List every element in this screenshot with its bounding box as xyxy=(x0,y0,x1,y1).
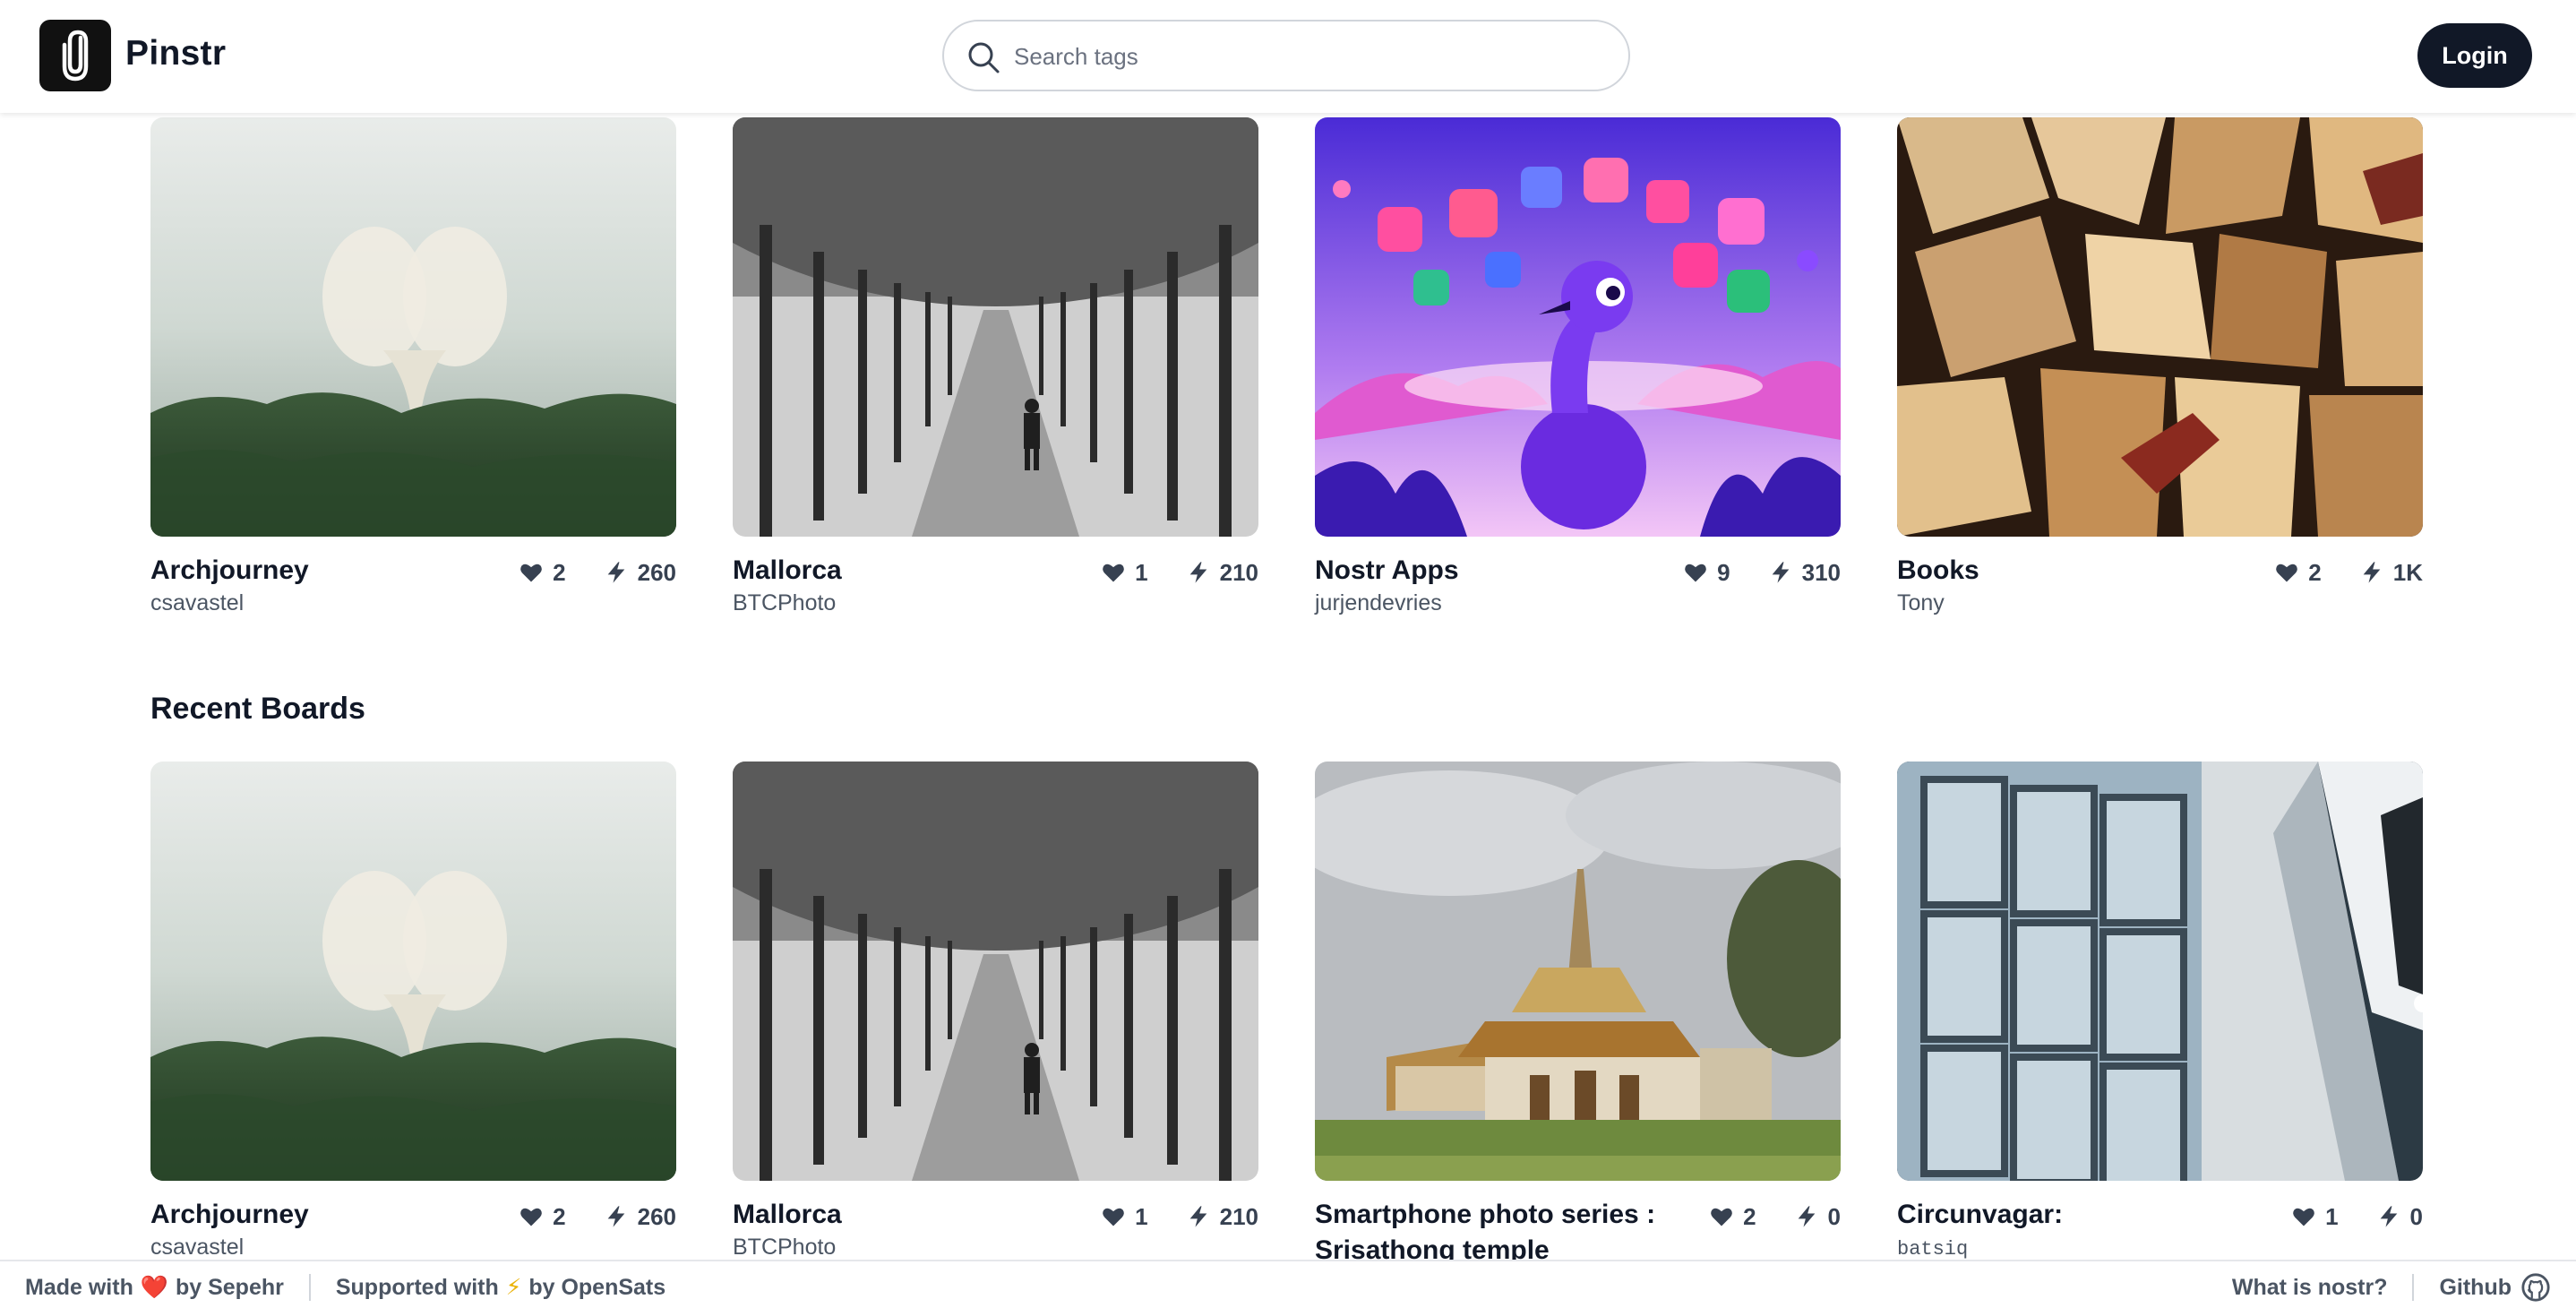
heart-icon[interactable] xyxy=(1683,560,1708,585)
lightning-icon[interactable] xyxy=(1186,560,1211,585)
lightning-icon[interactable] xyxy=(604,1204,629,1229)
footer-divider xyxy=(2412,1274,2415,1301)
zap-count: 1K xyxy=(2392,558,2423,586)
board-stats: 9 310 xyxy=(1683,558,1841,587)
like-count: 9 xyxy=(1717,558,1730,586)
board-stats: 1 210 xyxy=(1101,1202,1258,1231)
like-count: 1 xyxy=(2325,1202,2339,1230)
zap-count: 260 xyxy=(637,1202,676,1230)
pinstr-logo[interactable] xyxy=(39,20,111,91)
board-author[interactable]: Tony xyxy=(1897,590,1945,616)
board-stats: 2 260 xyxy=(519,1202,676,1231)
zap-count: 0 xyxy=(1827,1202,1841,1230)
board-thumbnail[interactable] xyxy=(1315,117,1841,537)
heart-icon[interactable] xyxy=(1101,560,1126,585)
heart-icon[interactable] xyxy=(519,560,544,585)
like-count: 2 xyxy=(2308,558,2322,586)
like-count: 1 xyxy=(1135,558,1148,586)
recent-boards-heading: Recent Boards xyxy=(150,692,365,726)
board-stats: 2 1K xyxy=(2274,558,2423,587)
lightning-icon[interactable] xyxy=(2359,560,2384,585)
zap-count: 210 xyxy=(1219,1202,1258,1230)
board-author[interactable]: jurjendevries xyxy=(1315,590,1442,616)
lightning-icon[interactable] xyxy=(1768,560,1793,585)
made-prefix: Made with xyxy=(25,1274,133,1300)
like-count: 2 xyxy=(1743,1202,1756,1230)
like-count: 2 xyxy=(553,558,566,586)
board-title[interactable]: Books xyxy=(1897,553,2255,589)
lightning-emoji-icon: ⚡ xyxy=(505,1275,522,1300)
app-name[interactable]: Pinstr xyxy=(125,34,226,73)
board-thumbnail[interactable] xyxy=(1315,762,1841,1181)
lightning-icon[interactable] xyxy=(2376,1204,2401,1229)
lightning-icon[interactable] xyxy=(1794,1204,1819,1229)
board-author[interactable]: batsiq xyxy=(1897,1238,1968,1261)
board-stats: 1 0 xyxy=(2291,1202,2423,1231)
board-title[interactable]: Mallorca xyxy=(733,1197,1091,1233)
board-stats: 2 0 xyxy=(1709,1202,1841,1231)
heart-icon[interactable] xyxy=(1101,1204,1126,1229)
heart-icon[interactable] xyxy=(519,1204,544,1229)
board-title[interactable]: Smartphone photo series : Srisathong tem… xyxy=(1315,1197,1673,1269)
github-icon xyxy=(2521,1273,2550,1302)
zap-count: 0 xyxy=(2409,1202,2423,1230)
board-title[interactable]: Archjourney xyxy=(150,1197,509,1233)
supported-by-link[interactable]: Supported with ⚡ by OpenSats xyxy=(336,1274,665,1301)
board-author[interactable]: csavastel xyxy=(150,1235,244,1261)
board-title[interactable]: Circunvagar: xyxy=(1897,1197,2255,1233)
zap-count: 310 xyxy=(1801,558,1841,586)
made-suffix: by Sepehr xyxy=(175,1274,284,1300)
zap-count: 260 xyxy=(637,558,676,586)
board-author[interactable]: BTCPhoto xyxy=(733,590,836,616)
github-link[interactable]: Github xyxy=(2439,1272,2551,1303)
board-stats: 2 260 xyxy=(519,558,676,587)
board-thumbnail[interactable] xyxy=(150,117,676,537)
board-thumbnail[interactable] xyxy=(733,762,1258,1181)
github-label: Github xyxy=(2439,1274,2512,1300)
login-button[interactable]: Login xyxy=(2417,23,2532,88)
search-icon xyxy=(968,42,1000,73)
search-input[interactable] xyxy=(1014,34,1605,79)
like-count: 2 xyxy=(553,1202,566,1230)
top-header: Pinstr Login xyxy=(0,0,2576,113)
zap-count: 210 xyxy=(1219,558,1258,586)
heart-icon[interactable] xyxy=(1709,1204,1734,1229)
lightning-icon[interactable] xyxy=(604,560,629,585)
search-bar[interactable] xyxy=(942,20,1630,91)
board-title[interactable]: Archjourney xyxy=(150,553,509,589)
board-author[interactable]: csavastel xyxy=(150,590,244,616)
supported-suffix: by OpenSats xyxy=(528,1274,666,1300)
board-stats: 1 210 xyxy=(1101,558,1258,587)
heart-icon[interactable] xyxy=(2291,1204,2316,1229)
board-title[interactable]: Mallorca xyxy=(733,553,1091,589)
heart-emoji-icon: ❤️ xyxy=(140,1274,168,1300)
board-thumbnail[interactable] xyxy=(150,762,676,1181)
made-by-link[interactable]: Made with ❤️ by Sepehr xyxy=(25,1275,284,1301)
what-is-nostr-link[interactable]: What is nostr? xyxy=(2232,1275,2388,1301)
footer-divider xyxy=(308,1274,311,1301)
lightning-icon[interactable] xyxy=(1186,1204,1211,1229)
paperclip-icon xyxy=(62,30,89,82)
board-thumbnail[interactable] xyxy=(733,117,1258,537)
board-author[interactable]: BTCPhoto xyxy=(733,1235,836,1261)
board-title[interactable]: Nostr Apps xyxy=(1315,553,1673,589)
footer: Made with ❤️ by Sepehr Supported with ⚡ … xyxy=(0,1260,2576,1308)
board-thumbnail[interactable] xyxy=(1897,762,2423,1181)
like-count: 1 xyxy=(1135,1202,1148,1230)
board-thumbnail[interactable] xyxy=(1897,117,2423,537)
supported-prefix: Supported with xyxy=(335,1274,499,1300)
heart-icon[interactable] xyxy=(2274,560,2299,585)
